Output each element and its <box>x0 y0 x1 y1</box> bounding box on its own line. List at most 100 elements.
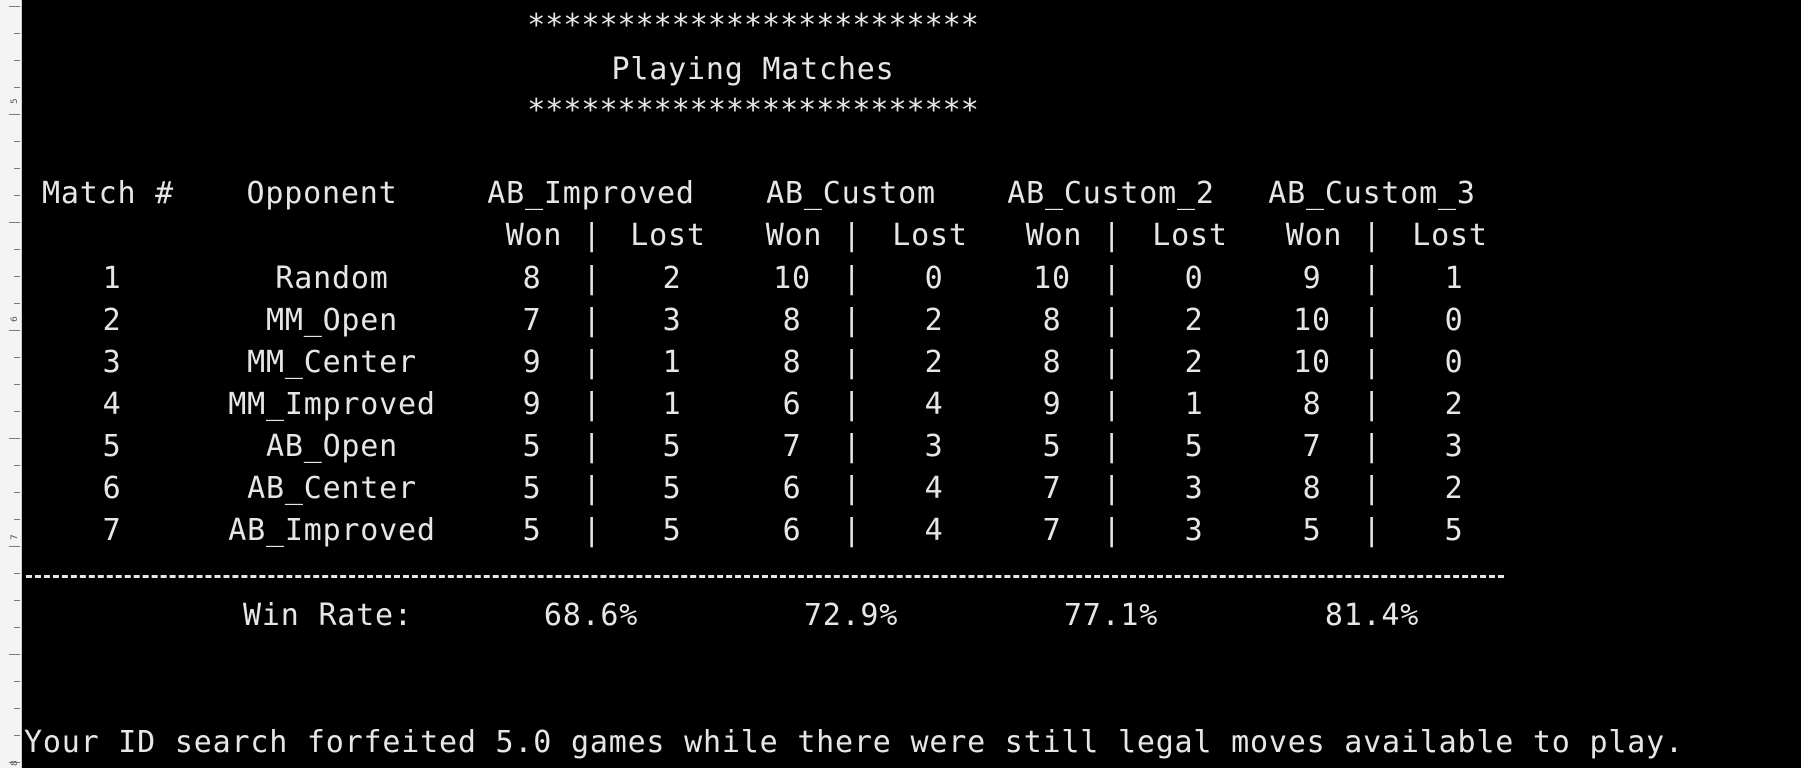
column-separator: | <box>1102 513 1122 548</box>
column-separator: | <box>582 471 602 506</box>
ruler-tick <box>14 735 20 736</box>
lost-count: 2 <box>1444 471 1464 506</box>
ruler-tick <box>9 546 20 547</box>
won-count: 8 <box>782 303 802 338</box>
column-separator: | <box>1102 345 1122 380</box>
column-separator: | <box>1362 471 1382 506</box>
header-agent: AB_Custom <box>766 176 936 211</box>
column-separator: | <box>1102 261 1122 296</box>
lost-count: 5 <box>1184 429 1204 464</box>
ruler-tick <box>14 303 20 304</box>
column-separator: | <box>1102 218 1122 253</box>
header-agent: AB_Improved <box>487 176 695 211</box>
column-separator: | <box>582 429 602 464</box>
header-lost: Lost <box>1412 218 1488 253</box>
terminal-window[interactable]: ************************* Playing Matche… <box>22 0 1801 768</box>
column-separator: | <box>1102 387 1122 422</box>
won-count: 5 <box>522 513 542 548</box>
opponent-name: Random <box>275 261 389 296</box>
win-rate-value: 77.1% <box>1063 598 1159 633</box>
column-separator: | <box>582 387 602 422</box>
won-count: 7 <box>782 429 802 464</box>
ruler-tick <box>14 168 20 169</box>
ruler-tick <box>14 33 20 34</box>
column-separator: | <box>582 345 602 380</box>
match-number: 7 <box>102 513 122 548</box>
column-separator: | <box>1102 429 1122 464</box>
column-separator: | <box>1102 303 1122 338</box>
vertical-ruler: 5 6 7 8 <box>0 0 22 768</box>
match-number: 1 <box>102 261 122 296</box>
won-count: 8 <box>1042 345 1062 380</box>
won-count: 5 <box>1302 513 1322 548</box>
column-separator: | <box>842 471 862 506</box>
ruler-tick <box>14 600 20 601</box>
ruler-tick <box>9 222 20 223</box>
column-separator: | <box>1362 387 1382 422</box>
column-separator: | <box>842 218 862 253</box>
lost-count: 1 <box>662 345 682 380</box>
lost-count: 0 <box>1184 261 1204 296</box>
ruler-tick <box>14 195 20 196</box>
header-lost: Lost <box>1152 218 1228 253</box>
lost-count: 2 <box>924 345 944 380</box>
banner-stars-bottom: ************************* <box>527 93 979 128</box>
ruler-tick <box>9 762 20 763</box>
won-count: 9 <box>522 387 542 422</box>
header-lost: Lost <box>630 218 706 253</box>
ruler-tick <box>9 438 20 439</box>
column-separator: | <box>842 303 862 338</box>
column-separator: | <box>582 513 602 548</box>
ruler-tick <box>14 411 20 412</box>
ruler-tick <box>14 141 20 142</box>
win-rate-value: 72.9% <box>803 598 899 633</box>
column-separator: | <box>1362 218 1382 253</box>
lost-count: 4 <box>924 387 944 422</box>
header-agent: AB_Custom_3 <box>1268 176 1476 211</box>
header-won: Won <box>505 218 563 253</box>
opponent-name: AB_Improved <box>228 513 436 548</box>
lost-count: 1 <box>1184 387 1204 422</box>
win-rate-label: Win Rate: <box>243 598 413 633</box>
won-count: 7 <box>522 303 542 338</box>
lost-count: 3 <box>1444 429 1464 464</box>
opponent-name: MM_Improved <box>228 387 436 422</box>
column-separator: | <box>842 261 862 296</box>
lost-count: 1 <box>662 387 682 422</box>
won-count: 9 <box>1302 261 1322 296</box>
match-number: 6 <box>102 471 122 506</box>
match-number: 2 <box>102 303 122 338</box>
lost-count: 5 <box>662 513 682 548</box>
won-count: 10 <box>1293 345 1331 380</box>
column-separator: | <box>582 303 602 338</box>
ruler-tick <box>9 6 20 7</box>
column-separator: | <box>1362 261 1382 296</box>
lost-count: 3 <box>1184 471 1204 506</box>
ruler-tick <box>14 384 20 385</box>
column-separator: | <box>842 387 862 422</box>
won-count: 8 <box>1302 471 1322 506</box>
lost-count: 2 <box>662 261 682 296</box>
header-agent: AB_Custom_2 <box>1007 176 1215 211</box>
column-separator: | <box>842 429 862 464</box>
lost-count: 4 <box>924 471 944 506</box>
ruler-tick <box>14 249 20 250</box>
ruler-tick <box>9 114 20 115</box>
won-count: 7 <box>1302 429 1322 464</box>
ruler-label: 6 <box>10 316 20 322</box>
ruler-tick <box>14 627 20 628</box>
ruler-tick <box>14 276 20 277</box>
won-count: 5 <box>522 471 542 506</box>
header-won: Won <box>765 218 823 253</box>
ruler-tick <box>9 330 20 331</box>
lost-count: 0 <box>1444 303 1464 338</box>
ruler-tick <box>9 654 20 655</box>
column-separator: | <box>842 513 862 548</box>
ruler-label: 5 <box>10 98 20 104</box>
forfeit-message: Your ID search forfeited 5.0 games while… <box>24 725 1684 760</box>
won-count: 8 <box>782 345 802 380</box>
column-separator: | <box>1362 303 1382 338</box>
header-won: Won <box>1285 218 1343 253</box>
won-count: 6 <box>782 471 802 506</box>
ruler-tick <box>14 708 20 709</box>
